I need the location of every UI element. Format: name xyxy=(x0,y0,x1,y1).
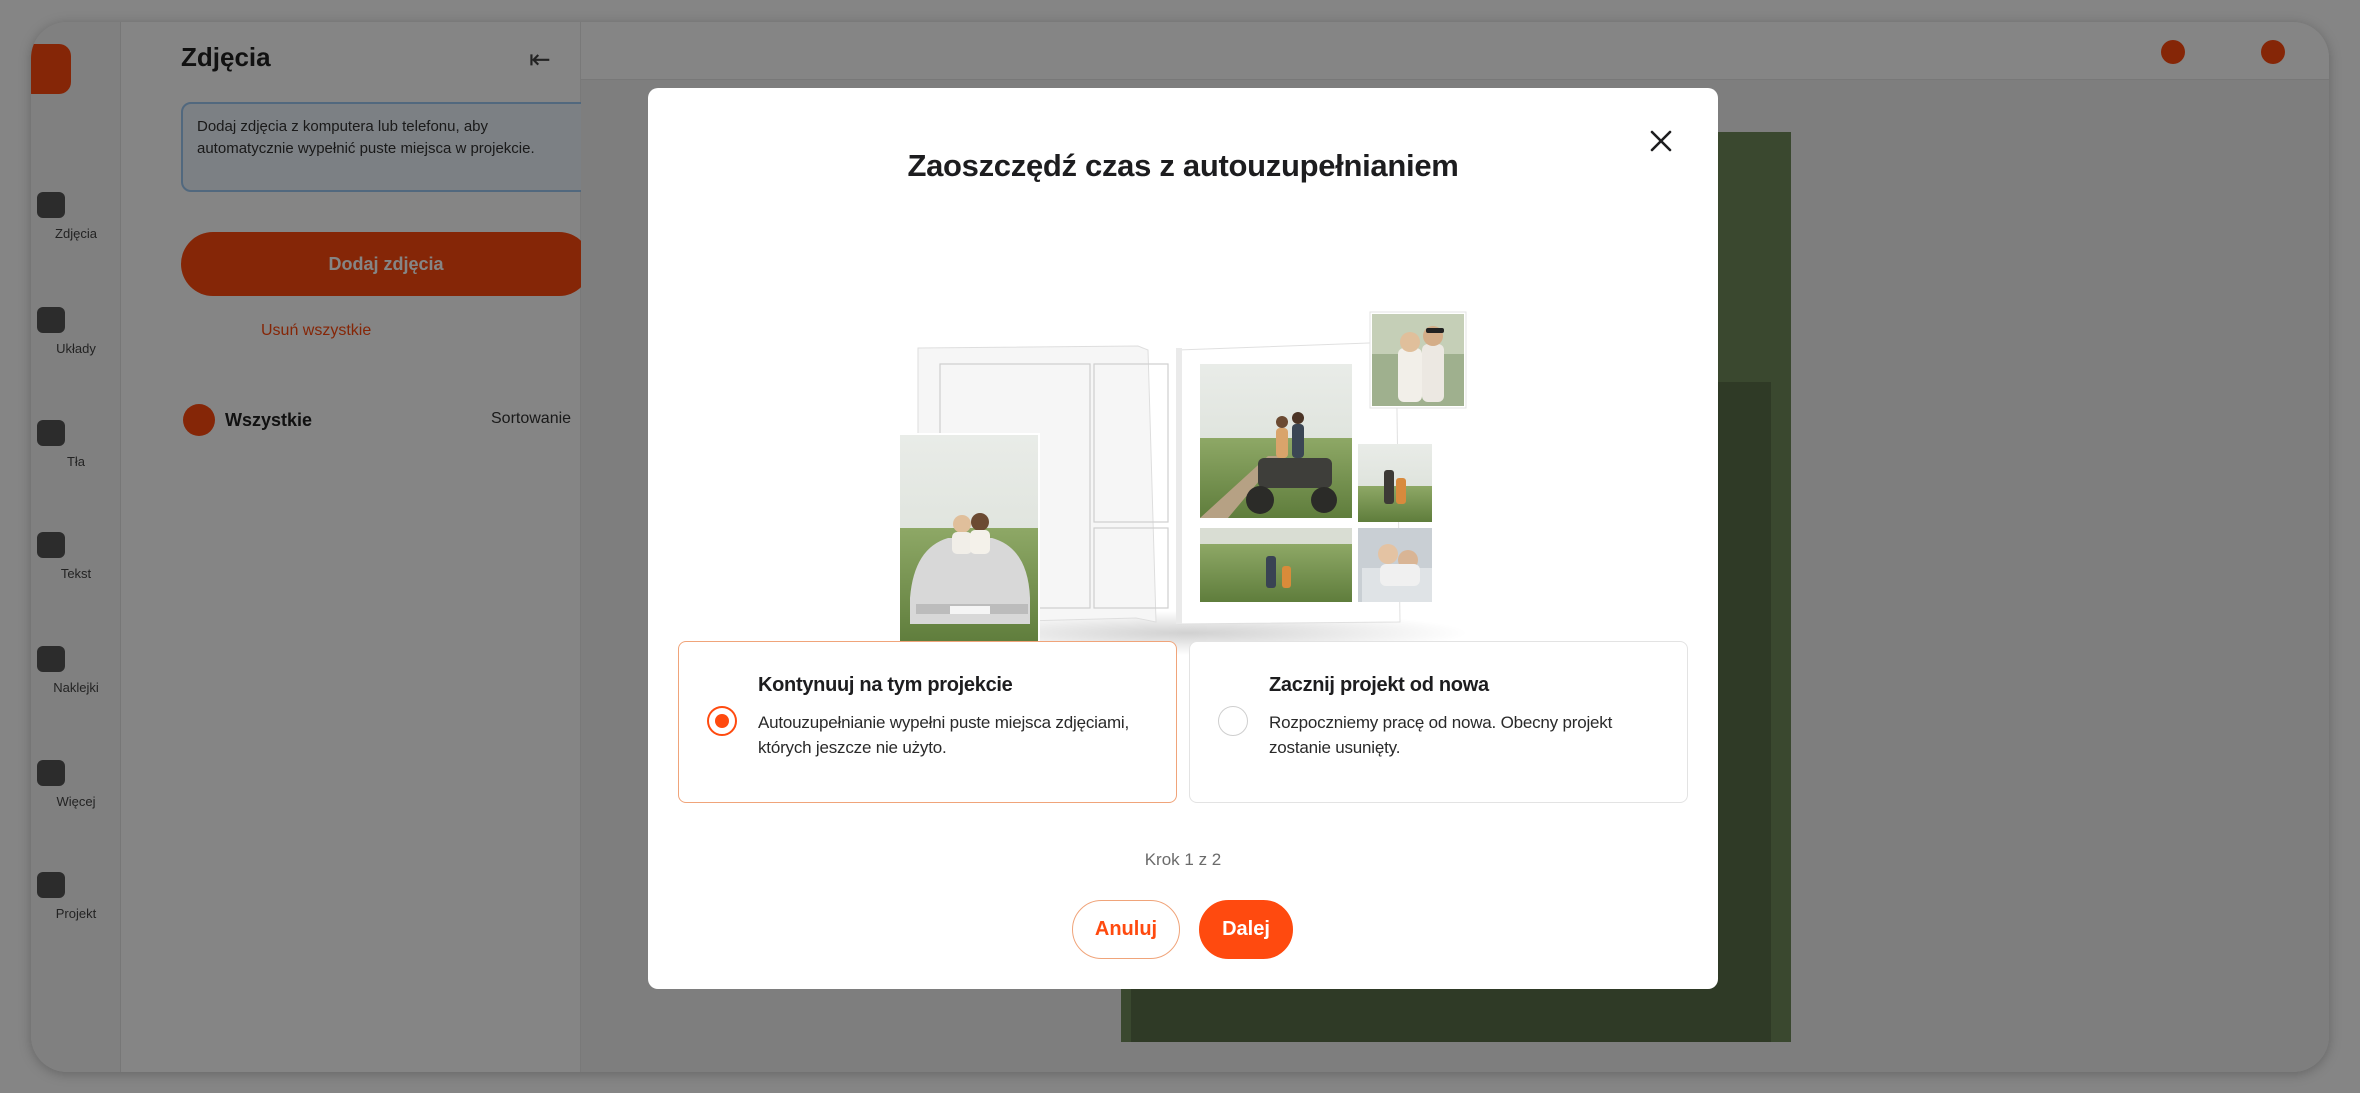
radio-start-over[interactable] xyxy=(1218,706,1248,736)
radio-continue[interactable] xyxy=(707,706,737,736)
photo-family-field xyxy=(1200,528,1352,602)
option-continue-project[interactable]: Kontynuuj na tym projekcie Autouzupełnia… xyxy=(678,641,1177,803)
option-title: Kontynuuj na tym projekcie xyxy=(758,674,1013,696)
photo-couple-car xyxy=(1358,528,1432,602)
photo-sidecar xyxy=(1200,364,1352,518)
autofill-dialog: Zaoszczędź czas z autouzupełnianiem Kont… xyxy=(648,88,1718,989)
cancel-button[interactable]: Anuluj xyxy=(1072,900,1180,959)
option-title: Zacznij projekt od nowa xyxy=(1269,674,1489,696)
step-indicator: Krok 1 z 2 xyxy=(1144,850,1222,869)
next-button[interactable]: Dalej xyxy=(1199,900,1293,959)
option-description: Autouzupełnianie wypełni puste miejsca z… xyxy=(758,713,1130,757)
floating-photo-portrait xyxy=(1369,311,1467,409)
option-description: Rozpoczniemy pracę od nowa. Obecny proje… xyxy=(1269,713,1613,757)
photobook-illustration xyxy=(898,311,1468,655)
option-start-over[interactable]: Zacznij projekt od nowa Rozpoczniemy pra… xyxy=(1189,641,1688,803)
dialog-title: Zaoszczędź czas z autouzupełnianiem xyxy=(907,148,1459,183)
photo-couple-field xyxy=(1358,444,1432,522)
floating-photo-car xyxy=(898,433,1040,645)
